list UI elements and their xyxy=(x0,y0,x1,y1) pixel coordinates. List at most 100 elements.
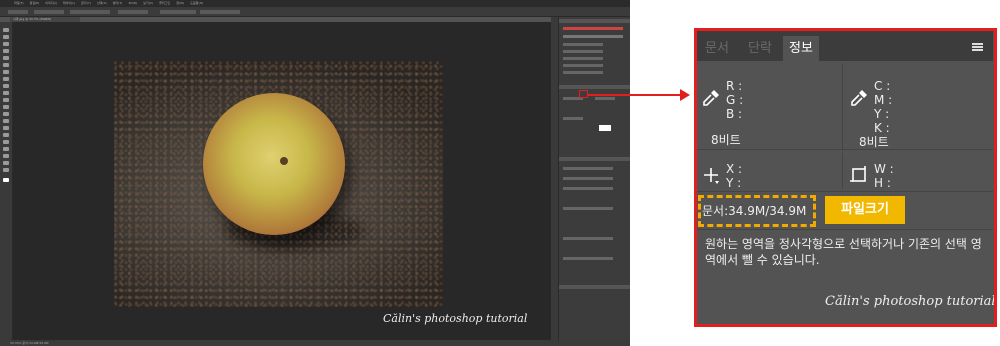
tool-hint-text: 원하는 영역을 정사각형으로 선택하거나 기존의 선택 영역에서 뺄 수 있습니… xyxy=(705,237,982,267)
foreground-color-icon[interactable] xyxy=(3,178,9,182)
panel-menu-icon[interactable] xyxy=(972,43,983,51)
option-control[interactable] xyxy=(8,10,28,14)
stamp-tool-icon[interactable] xyxy=(3,91,9,95)
b-label: B : xyxy=(726,107,743,121)
tab-document[interactable]: 문서 xyxy=(697,36,737,61)
panel-item[interactable] xyxy=(563,57,603,60)
shape-tool-icon[interactable] xyxy=(3,154,9,158)
horizontal-divider xyxy=(697,191,993,192)
options-bar xyxy=(0,7,630,17)
apple-stem xyxy=(280,157,288,165)
blur-tool-icon[interactable] xyxy=(3,119,9,123)
property-row[interactable] xyxy=(563,237,613,240)
file-size-badge: 파일크기 xyxy=(825,196,905,224)
menu-item-window[interactable]: 창(W) xyxy=(176,2,184,5)
pen-tool-icon[interactable] xyxy=(3,133,9,137)
frame-tool-icon[interactable] xyxy=(3,63,9,67)
color-panel-header[interactable] xyxy=(559,19,630,23)
menu-item-plugins[interactable]: 플러그인 xyxy=(159,2,170,5)
right-panels xyxy=(558,17,630,340)
r-label: R : xyxy=(726,79,743,93)
bit-depth-right: 8비트 xyxy=(859,135,889,149)
menu-item-edit[interactable]: 편집(E) xyxy=(30,2,40,5)
zoom-tool-icon[interactable] xyxy=(3,168,9,172)
info-readout xyxy=(563,117,583,120)
menu-item-filter[interactable]: 필터(T) xyxy=(113,2,123,5)
tab-info[interactable]: 정보 xyxy=(783,36,819,61)
menu-item-file[interactable]: 파일(F) xyxy=(14,2,24,5)
layers-panel-header[interactable] xyxy=(559,285,630,289)
m-label: M : xyxy=(874,93,893,107)
dodge-tool-icon[interactable] xyxy=(3,126,9,130)
property-row[interactable] xyxy=(563,207,613,210)
panel-item[interactable] xyxy=(563,64,603,67)
swatch-row[interactable] xyxy=(563,27,623,30)
menu-item-help[interactable]: 도움말(H) xyxy=(190,2,203,5)
property-row[interactable] xyxy=(563,187,613,190)
menu-item-image[interactable]: 이미지(I) xyxy=(45,2,57,5)
photoshop-window: 파일(F) 편집(E) 이미지(I) 레이어(L) 문자(Y) 선택(S) 필터… xyxy=(0,0,630,346)
info-panel-zoom: 문서 단락 정보 R : G : B : 8비트 C : M : Y : K :… xyxy=(694,28,997,327)
menu-bar: 파일(F) 편집(E) 이미지(I) 레이어(L) 문자(Y) 선택(S) 필터… xyxy=(0,0,630,7)
eyedropper-tool-icon[interactable] xyxy=(3,70,9,74)
gradient-tool-icon[interactable] xyxy=(3,112,9,116)
swatch-row[interactable] xyxy=(563,35,623,38)
menu-item-type[interactable]: 문자(Y) xyxy=(81,2,91,5)
brush-tool-icon[interactable] xyxy=(3,84,9,88)
option-control[interactable] xyxy=(118,10,148,14)
callout-arrow-head xyxy=(680,89,690,101)
type-tool-icon[interactable] xyxy=(3,140,9,144)
tab-paragraph[interactable]: 단락 xyxy=(737,36,783,61)
selection-size-icon xyxy=(850,166,866,182)
info-readout xyxy=(595,97,615,100)
menu-item-3d[interactable]: 3D(D) xyxy=(128,2,137,5)
tools-panel xyxy=(0,22,13,340)
property-row[interactable] xyxy=(563,177,613,180)
info-panel-highlight xyxy=(579,90,588,98)
panel-item[interactable] xyxy=(563,71,603,74)
property-row[interactable] xyxy=(563,167,613,170)
marquee-tool-icon[interactable] xyxy=(3,35,9,39)
option-control[interactable] xyxy=(34,10,64,14)
healing-tool-icon[interactable] xyxy=(3,77,9,81)
option-control[interactable] xyxy=(160,10,196,14)
eyedropper-icon xyxy=(851,90,867,106)
tutorial-signature: Călin's photoshop tutorial xyxy=(825,294,996,309)
property-row[interactable] xyxy=(563,257,613,260)
status-text: 33.33% 문서:34.9M/34.9M xyxy=(10,341,49,345)
panel-item[interactable] xyxy=(563,50,603,53)
info-panel-header[interactable] xyxy=(559,85,630,89)
option-control[interactable] xyxy=(70,10,110,14)
info-swatch xyxy=(599,125,611,131)
hand-tool-icon[interactable] xyxy=(3,161,9,165)
status-bar: 33.33% 문서:34.9M/34.9M xyxy=(0,340,630,346)
h-label: H : xyxy=(874,176,891,190)
panel-item[interactable] xyxy=(563,43,603,46)
eraser-tool-icon[interactable] xyxy=(3,105,9,109)
vertical-divider xyxy=(842,63,843,151)
horizontal-divider xyxy=(697,229,993,230)
panel-tab-row: 문서 단락 정보 xyxy=(697,31,993,61)
properties-panel-header[interactable] xyxy=(559,157,630,161)
crosshair-icon xyxy=(704,168,719,184)
menu-item-layer[interactable]: 레이어(L) xyxy=(63,2,75,5)
crop-tool-icon[interactable] xyxy=(3,56,9,60)
menu-item-select[interactable]: 선택(S) xyxy=(97,2,107,5)
apple-photo xyxy=(114,61,443,307)
quick-select-tool-icon[interactable] xyxy=(3,49,9,53)
vertical-divider xyxy=(842,153,843,189)
path-select-tool-icon[interactable] xyxy=(3,147,9,151)
menu-item-view[interactable]: 보기(V) xyxy=(143,2,153,5)
move-tool-icon[interactable] xyxy=(3,28,9,32)
apple-image xyxy=(203,93,345,235)
option-control[interactable] xyxy=(200,10,240,14)
bit-depth-left: 8비트 xyxy=(711,133,741,147)
history-brush-tool-icon[interactable] xyxy=(3,98,9,102)
lasso-tool-icon[interactable] xyxy=(3,42,9,46)
callout-arrow-line xyxy=(588,94,680,96)
k-label: K : xyxy=(874,121,890,135)
doc-size-value: 문서:34.9M/34.9M xyxy=(702,204,807,218)
x-label: X : xyxy=(726,162,743,176)
g-label: G : xyxy=(726,93,744,107)
horizontal-divider xyxy=(697,149,993,150)
